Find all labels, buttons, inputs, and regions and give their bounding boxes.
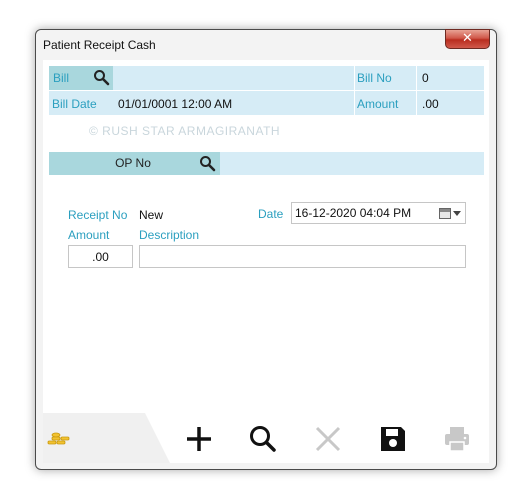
calendar-icon[interactable]	[439, 208, 451, 219]
watermark: © RUSH STAR ARMAGIRANATH	[89, 124, 281, 138]
bill-date-band	[49, 91, 484, 115]
description-input[interactable]	[139, 245, 466, 268]
close-button[interactable]: ✕	[445, 29, 490, 49]
close-icon: ✕	[462, 31, 473, 46]
delete-icon[interactable]	[312, 423, 344, 455]
add-icon[interactable]	[183, 423, 215, 455]
print-icon[interactable]	[441, 423, 473, 455]
amount-label: Amount	[68, 228, 110, 242]
coins-icon[interactable]	[47, 429, 71, 449]
description-label: Description	[139, 228, 200, 242]
bill-date-value: 01/01/0001 12:00 AM	[118, 97, 233, 111]
window-title: Patient Receipt Cash	[43, 38, 156, 52]
receipt-no-label: Receipt No	[68, 208, 128, 222]
search-icon[interactable]	[93, 69, 110, 86]
receipt-no-value: New	[139, 208, 164, 222]
date-picker[interactable]: 16-12-2020 04:04 PM	[291, 202, 466, 224]
search-icon[interactable]	[247, 423, 279, 455]
date-label: Date	[258, 207, 284, 221]
chevron-down-icon[interactable]	[453, 211, 461, 216]
bill-amount-label: Amount	[357, 97, 399, 111]
date-value: 16-12-2020 04:04 PM	[295, 206, 412, 220]
bill-no-label: Bill No	[357, 71, 392, 85]
title-bar[interactable]: Patient Receipt Cash ✕	[36, 29, 496, 60]
bill-no-value: 0	[422, 71, 429, 85]
save-icon[interactable]	[377, 423, 409, 455]
op-search-tile[interactable]: OP No	[49, 152, 220, 175]
bottom-toolbar	[43, 413, 489, 463]
amount-input-value: .00	[92, 250, 109, 264]
op-no-label: OP No	[115, 156, 151, 170]
bill-label: Bill	[53, 71, 70, 85]
client-area: Bill Bill No 0 © RUSH STAR ARMAGIRANATH …	[43, 60, 489, 463]
bill-search-tile[interactable]: Bill	[49, 66, 113, 90]
row-divider	[49, 90, 484, 91]
bill-date-label: Bill Date	[52, 97, 97, 111]
amount-input[interactable]: .00	[68, 245, 133, 268]
bill-amount-value: .00	[422, 97, 439, 111]
patient-receipt-window: Patient Receipt Cash ✕ Bill Bill No 0 © …	[35, 29, 497, 470]
bill-header-band	[49, 66, 484, 90]
search-icon[interactable]	[199, 155, 216, 172]
